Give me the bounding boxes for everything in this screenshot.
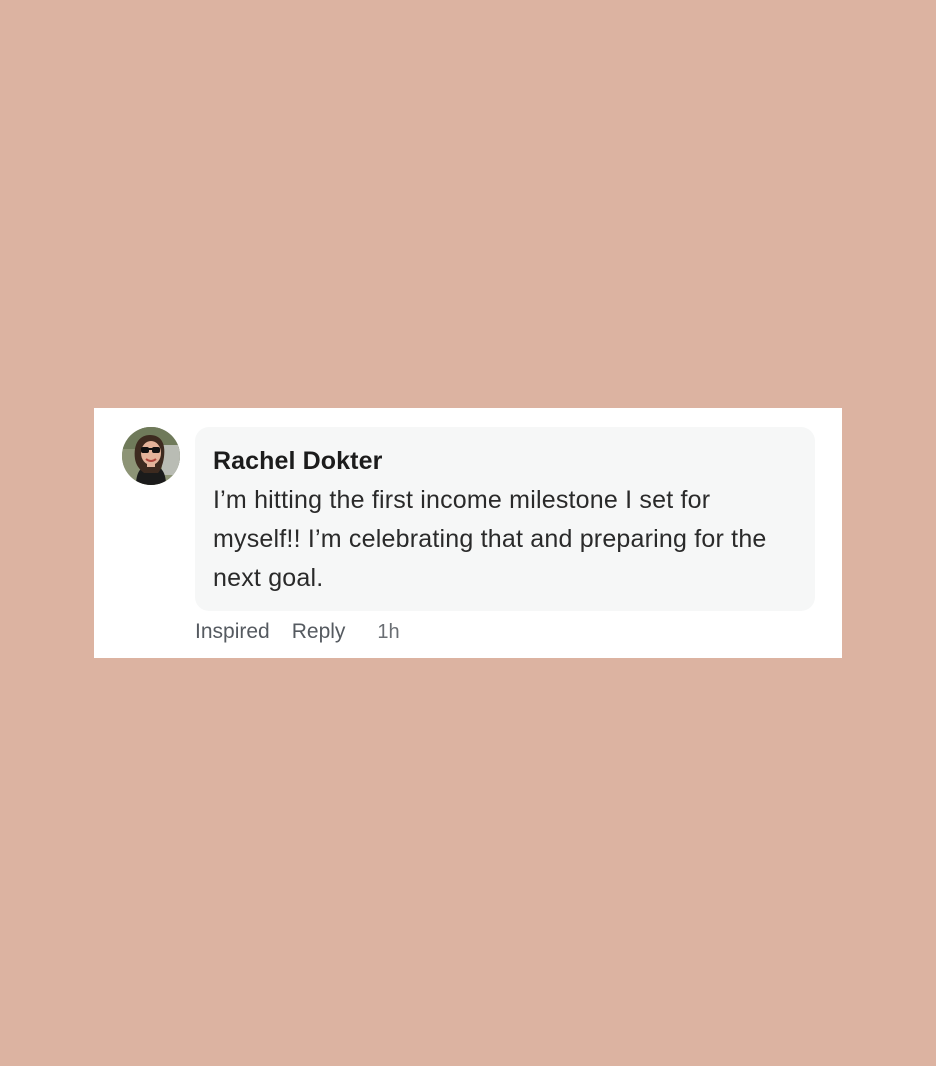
inspired-button[interactable]: Inspired: [195, 620, 270, 644]
avatar[interactable]: [122, 427, 180, 485]
user-avatar-photo-icon: [122, 427, 180, 485]
comment-timestamp: 1h: [377, 620, 400, 643]
comment-author[interactable]: Rachel Dokter: [213, 445, 791, 477]
comment-bubble: Rachel Dokter I’m hitting the first inco…: [195, 427, 815, 611]
comment-card: Rachel Dokter I’m hitting the first inco…: [94, 408, 842, 658]
comment-actions: Inspired Reply 1h: [195, 619, 400, 645]
reply-button[interactable]: Reply: [292, 620, 346, 644]
comment-message: I’m hitting the first income milestone I…: [213, 486, 767, 592]
